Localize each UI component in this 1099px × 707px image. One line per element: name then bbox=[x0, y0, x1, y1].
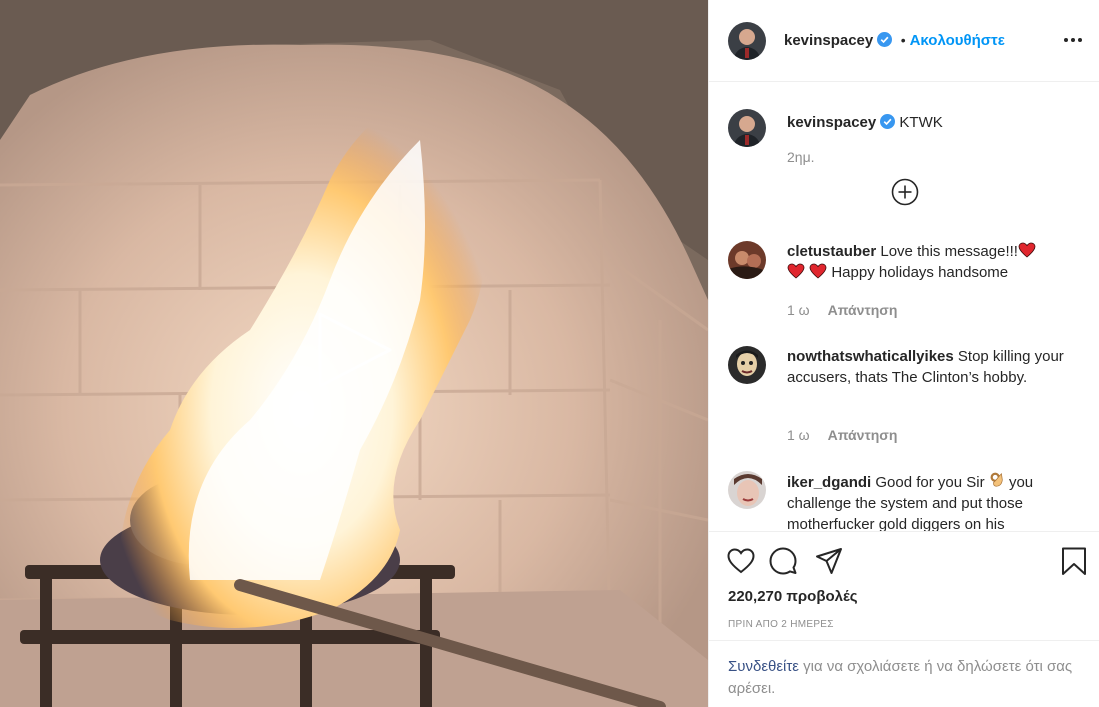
comment-username[interactable]: cletustauber bbox=[787, 243, 876, 260]
play-icon bbox=[318, 312, 392, 388]
ok-hand-emoji bbox=[990, 472, 1003, 487]
red-heart-emoji bbox=[1018, 242, 1036, 258]
instagram-post-modal: kevinspacey • Ακολουθήστε kevinspacey KT… bbox=[0, 0, 1099, 707]
comment-text: iker_dgandi Good for you Sir you challen… bbox=[787, 471, 1077, 531]
caption-username[interactable]: kevinspacey bbox=[787, 114, 876, 131]
comment-time: 1 ω bbox=[787, 427, 810, 443]
comment-content-part1: Love this message!!! bbox=[880, 243, 1018, 260]
post-side-panel: kevinspacey • Ακολουθήστε kevinspacey KT… bbox=[708, 0, 1099, 707]
like-button[interactable] bbox=[726, 546, 756, 576]
view-count[interactable]: 220,270 προβολές bbox=[728, 588, 858, 605]
comment-content-part1: Good for you Sir bbox=[875, 474, 985, 491]
avatar-image bbox=[728, 241, 766, 279]
comment-meta: 1 ω Απάντηση bbox=[787, 302, 915, 318]
save-button[interactable] bbox=[1059, 546, 1089, 576]
login-link[interactable]: Συνδεθείτε bbox=[728, 658, 799, 675]
verified-icon bbox=[877, 31, 893, 47]
reply-button[interactable]: Απάντηση bbox=[828, 302, 898, 318]
share-button[interactable] bbox=[814, 546, 844, 576]
load-more-comments-icon bbox=[891, 178, 919, 206]
share-icon bbox=[816, 548, 842, 574]
caption-avatar[interactable] bbox=[728, 109, 766, 147]
avatar-image bbox=[728, 109, 766, 147]
load-more-comments-button[interactable] bbox=[891, 178, 919, 206]
comment-avatar[interactable] bbox=[728, 346, 766, 384]
reply-button[interactable]: Απάντηση bbox=[828, 427, 898, 443]
comment-avatar[interactable] bbox=[728, 471, 766, 509]
play-button[interactable] bbox=[312, 308, 396, 392]
more-icon bbox=[1064, 38, 1082, 42]
post-actions-section: 220,270 προβολές ΠΡΙΝ ΑΠΟ 2 ΗΜΕΡΕΣ Συνδε… bbox=[709, 531, 1099, 707]
separator-dot: • bbox=[900, 31, 906, 48]
divider bbox=[709, 640, 1099, 641]
avatar-image bbox=[728, 346, 766, 384]
comment-text: nowthatswhaticallyikes Stop killing your… bbox=[787, 346, 1077, 388]
caption-time: 2ημ. bbox=[787, 149, 815, 165]
avatar-image bbox=[728, 21, 766, 60]
caption-meta: 2ημ. bbox=[787, 149, 833, 165]
red-heart-emoji bbox=[787, 263, 805, 279]
post-header: kevinspacey • Ακολουθήστε bbox=[709, 0, 1099, 82]
comment-time: 1 ω bbox=[787, 302, 810, 318]
comment-meta: 1 ω Απάντηση bbox=[787, 427, 915, 443]
avatar-image bbox=[728, 471, 766, 509]
verified-icon bbox=[880, 114, 896, 129]
comments-list[interactable]: kevinspacey KTWK 2ημ. cletustauber Love … bbox=[709, 82, 1099, 531]
author-avatar[interactable] bbox=[728, 21, 766, 60]
comment-username[interactable]: iker_dgandi bbox=[787, 474, 871, 491]
more-options-button[interactable] bbox=[1061, 28, 1085, 52]
header-info: kevinspacey • Ακολουθήστε bbox=[784, 31, 1005, 50]
caption-text: kevinspacey KTWK bbox=[787, 112, 1077, 133]
post-timestamp: ΠΡΙΝ ΑΠΟ 2 ΗΜΕΡΕΣ bbox=[728, 619, 834, 630]
comment-avatar[interactable] bbox=[728, 241, 766, 279]
comment-text: cletustauber Love this message!!! Happy … bbox=[787, 241, 1077, 283]
post-video[interactable] bbox=[0, 0, 708, 707]
comment-content-part2: Happy holidays handsome bbox=[831, 264, 1009, 281]
heart-icon bbox=[727, 548, 755, 574]
comment-username[interactable]: nowthatswhaticallyikes bbox=[787, 348, 954, 365]
login-prompt: Συνδεθείτε για να σχολιάσετε ή να δηλώσε… bbox=[728, 656, 1078, 700]
comment-button[interactable] bbox=[768, 546, 798, 576]
red-heart-emoji bbox=[809, 263, 827, 279]
bookmark-icon bbox=[1062, 547, 1086, 575]
follow-button[interactable]: Ακολουθήστε bbox=[910, 32, 1005, 49]
comment-icon bbox=[769, 547, 797, 575]
caption-content: KTWK bbox=[899, 114, 943, 131]
author-username[interactable]: kevinspacey bbox=[784, 32, 873, 49]
